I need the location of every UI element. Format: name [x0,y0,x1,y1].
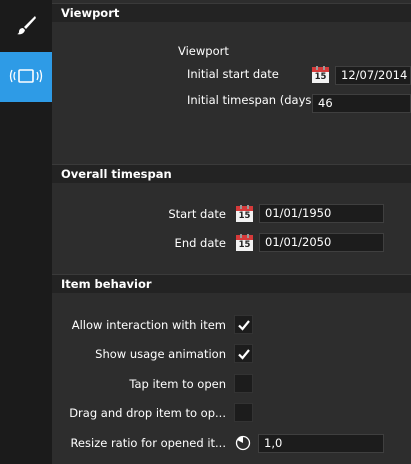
initial-start-date-field[interactable]: 12/07/2014 [335,66,411,85]
calendar-day: 15 [238,211,251,221]
section-header-overall-timespan: Overall timespan [52,164,411,183]
allow-interaction-checkbox[interactable] [234,315,253,334]
end-date-field[interactable]: 01/01/2050 [259,233,384,252]
dial-icon [235,435,251,451]
show-usage-animation-checkbox[interactable] [234,344,253,363]
option-label: Drag and drop item to op... [69,406,226,420]
section-header-item-behavior: Item behavior [52,274,411,293]
calendar-day: 15 [314,72,327,82]
section-header-viewport: Viewport [52,3,411,22]
calendar-icon[interactable]: 15 [236,205,253,223]
option-label: Tap item to open [129,377,226,391]
start-date-field[interactable]: 01/01/1950 [259,204,384,223]
initial-timespan-label: Initial timespan (days) [187,93,316,107]
calendar-day: 15 [238,240,251,250]
viewport-icon [8,66,44,89]
initial-start-date-label: Initial start date [187,67,279,81]
drag-and-drop-checkbox[interactable] [234,403,253,422]
resize-ratio-field[interactable]: 1,0 [258,434,384,453]
tap-item-to-open-checkbox[interactable] [234,374,253,393]
end-date-label: End date [174,236,226,250]
rail-brush-button[interactable] [0,0,52,52]
checkmark-icon [238,349,250,360]
resize-ratio-label: Resize ratio for opened it... [70,436,226,450]
calendar-icon[interactable]: 15 [236,234,253,252]
option-label: Show usage animation [95,347,226,361]
checkmark-icon [238,320,250,331]
rail-viewport-button[interactable] [0,52,52,102]
start-date-label: Start date [168,207,226,221]
calendar-icon[interactable]: 15 [312,66,329,84]
option-label: Allow interaction with item [71,318,226,332]
initial-timespan-field[interactable]: 46 [312,94,411,113]
paintbrush-icon [15,14,37,39]
viewport-group-title: Viewport [178,44,229,58]
settings-panel: Viewport Viewport Initial start date 15 … [52,0,411,464]
side-rail [0,0,52,464]
